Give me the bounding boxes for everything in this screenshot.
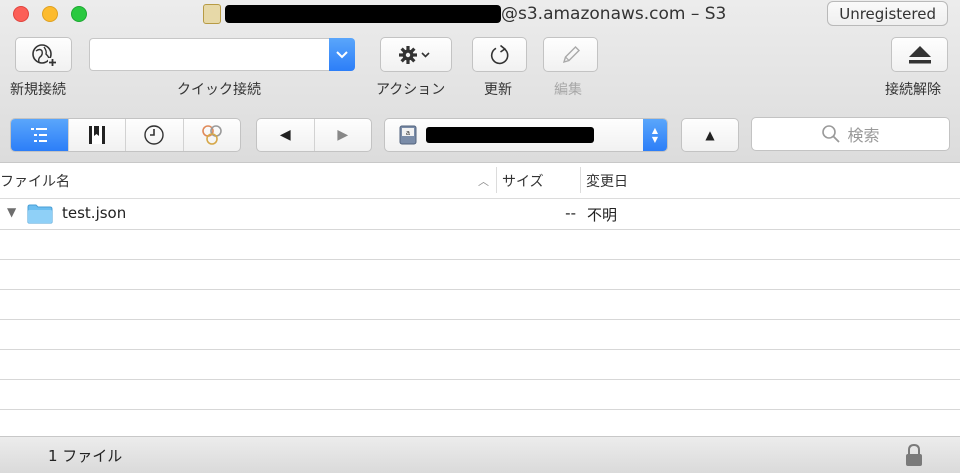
refresh-label: 更新 <box>484 82 512 98</box>
quick-connect-input[interactable] <box>89 38 329 71</box>
empty-row <box>0 379 960 410</box>
parent-directory-button[interactable]: ▲ <box>681 118 739 152</box>
s3-drive-icon: a <box>399 125 417 145</box>
window-title-text: @s3.amazonaws.com – S3 <box>501 4 727 24</box>
file-modified: 不明 <box>587 206 618 224</box>
new-connection-button[interactable] <box>15 37 72 72</box>
empty-row <box>0 229 960 260</box>
bonjour-icon <box>201 125 222 145</box>
empty-row <box>0 349 960 380</box>
svg-text:a: a <box>406 130 410 137</box>
chevron-down-icon[interactable] <box>329 38 355 71</box>
refresh-button[interactable] <box>472 37 527 72</box>
column-header-name[interactable]: ファイル名 ︿ <box>0 163 495 198</box>
gear-icon <box>399 45 430 64</box>
forward-button[interactable]: ▶ <box>315 119 372 151</box>
column-header-modified[interactable]: 変更日 <box>582 163 786 198</box>
column-modified-label: 変更日 <box>586 173 628 190</box>
empty-row <box>0 289 960 320</box>
navigation-segmented-control: ◀ ▶ <box>256 118 372 152</box>
quick-connect-combo[interactable] <box>89 38 355 71</box>
sort-ascending-icon: ︿ <box>478 174 489 188</box>
column-divider <box>580 167 581 193</box>
column-header: ファイル名 ︿ サイズ 変更日 <box>0 163 960 199</box>
clock-icon <box>144 125 164 145</box>
view-mode-segmented-control <box>10 118 241 152</box>
column-divider <box>496 167 497 193</box>
empty-row <box>0 259 960 290</box>
bookmark-book-icon <box>88 126 105 144</box>
new-connection-label: 新規接続 <box>10 82 66 98</box>
action-menu-button[interactable] <box>380 37 452 72</box>
arrow-left-icon: ◀ <box>279 127 291 143</box>
eject-icon <box>908 45 931 63</box>
file-name: test.json <box>62 204 127 222</box>
lock-icon[interactable] <box>904 443 924 467</box>
refresh-icon <box>490 44 508 64</box>
history-view-button[interactable] <box>126 119 184 151</box>
zoom-window-button[interactable] <box>71 6 87 22</box>
toolbar-area: @s3.amazonaws.com – S3 Unregistered 新規接続… <box>0 0 960 163</box>
back-button[interactable]: ◀ <box>257 119 315 151</box>
file-row[interactable]: ▼ test.json -- 不明 <box>0 199 960 230</box>
redacted-path <box>426 127 594 143</box>
edit-label: 編集 <box>554 82 582 98</box>
bookmark-file-icon <box>203 4 221 24</box>
item-count: 1 ファイル <box>48 447 123 465</box>
browser-view-button[interactable] <box>11 119 69 151</box>
arrow-up-icon: ▲ <box>705 128 715 142</box>
up-down-chevron-icon: ▲ ▼ <box>643 119 667 151</box>
quick-connect-label: クイック接続 <box>177 82 261 98</box>
pencil-icon <box>562 45 580 63</box>
arrow-right-icon: ▶ <box>337 127 349 143</box>
outline-list-icon <box>31 128 48 142</box>
column-header-size[interactable]: サイズ <box>498 163 582 198</box>
search-placeholder: 検索 <box>847 126 880 145</box>
window-title: @s3.amazonaws.com – S3 <box>200 3 780 25</box>
path-popup-button[interactable]: a ▲ ▼ <box>384 118 668 152</box>
disconnect-label: 接続解除 <box>885 82 941 98</box>
redacted-bucket-name <box>225 5 501 23</box>
column-name-label: ファイル名 <box>0 173 70 190</box>
minimize-window-button[interactable] <box>42 6 58 22</box>
bonjour-view-button[interactable] <box>184 119 241 151</box>
search-field[interactable]: 検索 <box>751 117 950 151</box>
bookmarks-view-button[interactable] <box>69 119 126 151</box>
unregistered-button[interactable]: Unregistered <box>827 1 948 26</box>
column-size-label: サイズ <box>502 173 544 190</box>
action-label: アクション <box>376 82 446 98</box>
file-size: -- <box>565 204 576 222</box>
globe-plus-icon <box>31 43 57 67</box>
folder-icon <box>27 204 53 224</box>
disconnect-button[interactable] <box>891 37 948 72</box>
status-bar: 1 ファイル <box>0 436 960 473</box>
disclosure-triangle-icon[interactable]: ▼ <box>7 205 16 219</box>
empty-row <box>0 319 960 350</box>
search-icon <box>822 125 841 143</box>
empty-row <box>0 409 960 439</box>
close-window-button[interactable] <box>13 6 29 22</box>
edit-button[interactable] <box>543 37 598 72</box>
